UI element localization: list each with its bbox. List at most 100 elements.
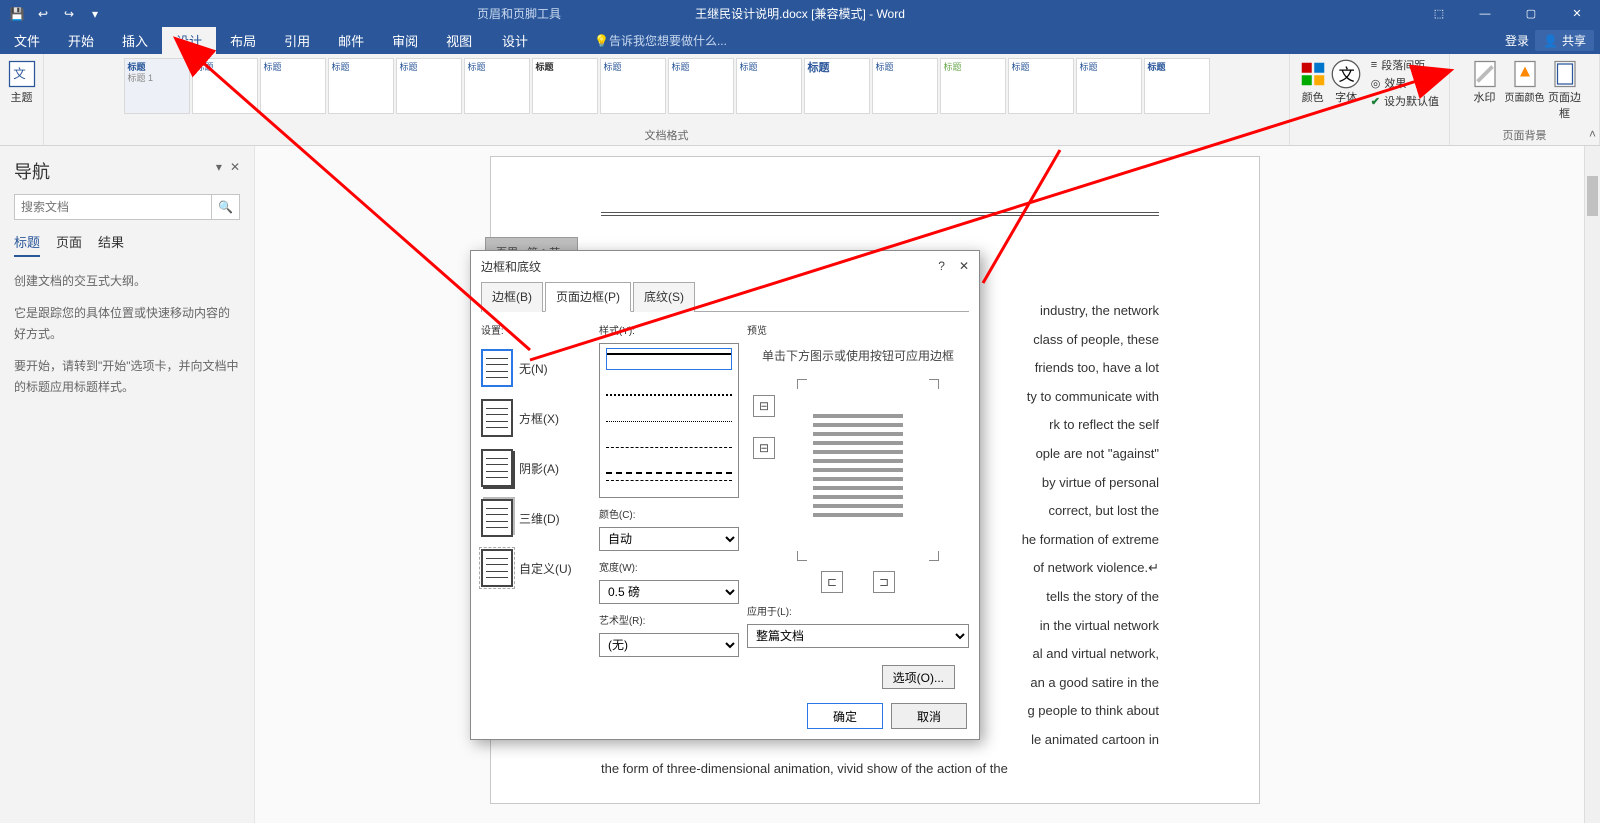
- edge-left-button[interactable]: ⊏: [821, 571, 843, 593]
- dialog-help-icon[interactable]: ?: [938, 259, 945, 273]
- ribbon-display-options-icon[interactable]: ⬚: [1416, 0, 1462, 27]
- watermark-icon: [1470, 59, 1500, 89]
- style-thumb[interactable]: 标题: [532, 58, 598, 114]
- nav-tab-results[interactable]: 结果: [98, 232, 124, 257]
- nav-close-icon[interactable]: ✕: [230, 160, 240, 174]
- style-thumb[interactable]: 标题: [940, 58, 1006, 114]
- tab-review[interactable]: 审阅: [378, 27, 432, 54]
- style-thumb[interactable]: 标题: [1076, 58, 1142, 114]
- colors-button[interactable]: 颜色: [1296, 56, 1329, 110]
- themes-icon: 文: [7, 59, 37, 89]
- contextual-tool-tab: 页眉和页脚工具: [465, 0, 573, 27]
- group-label: 页面背景: [1503, 127, 1547, 143]
- nav-dropdown-icon[interactable]: ▾: [216, 160, 222, 174]
- options-button[interactable]: 选项(O)...: [882, 665, 955, 689]
- close-window-icon[interactable]: ✕: [1554, 0, 1600, 27]
- style-listbox[interactable]: [599, 343, 739, 498]
- ok-button[interactable]: 确定: [807, 703, 883, 729]
- tell-me-input[interactable]: 💡 告诉我您想要做什么...: [580, 27, 741, 54]
- setting-column: 设置: 无(N) 方框(X) 阴影(A) 三维(D) 自定义(U): [481, 322, 591, 711]
- group-page-background: 水印 页面颜色 页面边框 页面背景: [1450, 54, 1600, 145]
- style-thumb[interactable]: 标题: [328, 58, 394, 114]
- style-thumb[interactable]: 标题: [192, 58, 258, 114]
- edge-bottom-button[interactable]: ⊟: [753, 437, 775, 459]
- document-title: 王继民设计说明.docx [兼容模式] - Word: [695, 5, 905, 22]
- style-thumb[interactable]: 标题: [872, 58, 938, 114]
- dialog-title: 边框和底纹: [481, 258, 541, 275]
- style-thumb[interactable]: 标题: [668, 58, 734, 114]
- save-icon[interactable]: 💾: [6, 3, 28, 25]
- edge-right-button[interactable]: ⊐: [873, 571, 895, 593]
- group-document-formatting: 标题标题 1 标题 标题 标题 标题 标题 标题 标题 标题 标题 标题 标题 …: [44, 54, 1290, 145]
- undo-icon[interactable]: ↩: [32, 3, 54, 25]
- color-select[interactable]: 自动: [599, 527, 739, 551]
- nav-helper-text: 创建文档的交互式大纲。: [14, 271, 240, 293]
- paragraph-spacing-button[interactable]: ≡ 段落间距: [1367, 56, 1443, 74]
- tab-layout[interactable]: 布局: [216, 27, 270, 54]
- style-thumb[interactable]: 标题: [464, 58, 530, 114]
- style-thumb[interactable]: 标题: [260, 58, 326, 114]
- style-set-gallery[interactable]: 标题标题 1 标题 标题 标题 标题 标题 标题 标题 标题 标题 标题 标题 …: [122, 56, 1212, 126]
- color-label: 颜色(C):: [599, 506, 739, 521]
- edge-top-button[interactable]: ⊟: [753, 395, 775, 417]
- preview-column: 预览 单击下方图示或使用按钮可应用边框 ⊟ ⊟ ⊏ ⊐ 应用于(L):: [747, 322, 969, 711]
- style-thumb[interactable]: 标题标题 1: [124, 58, 190, 114]
- share-button[interactable]: 👤 共享: [1535, 30, 1594, 51]
- fonts-icon: 文: [1331, 59, 1361, 89]
- tab-file[interactable]: 文件: [0, 27, 54, 54]
- page-borders-button[interactable]: 页面边框: [1545, 56, 1585, 121]
- watermark-button[interactable]: 水印: [1465, 56, 1505, 121]
- style-thumb[interactable]: 标题: [736, 58, 802, 114]
- vertical-scrollbar[interactable]: [1584, 146, 1600, 823]
- cancel-button[interactable]: 取消: [891, 703, 967, 729]
- tab-tool-design[interactable]: 设计: [470, 27, 560, 54]
- setting-none[interactable]: 无(N): [481, 349, 591, 387]
- preview-area[interactable]: ⊟ ⊟: [747, 375, 969, 565]
- nav-tab-pages[interactable]: 页面: [56, 232, 82, 257]
- login-link[interactable]: 登录: [1505, 32, 1529, 49]
- dialog-close-icon[interactable]: ✕: [959, 259, 969, 273]
- redo-icon[interactable]: ↪: [58, 3, 80, 25]
- themes-button[interactable]: 文 主题: [2, 56, 42, 105]
- group-themes: 文 主题: [0, 54, 44, 145]
- maximize-icon[interactable]: ▢: [1508, 0, 1554, 27]
- tab-design[interactable]: 设计: [162, 27, 216, 54]
- setting-box[interactable]: 方框(X): [481, 399, 591, 437]
- preview-page-shape: [803, 400, 913, 540]
- nav-tab-headings[interactable]: 标题: [14, 232, 40, 257]
- style-thumb[interactable]: 标题: [1144, 58, 1210, 114]
- dlg-tab-page-border[interactable]: 页面边框(P): [545, 282, 631, 312]
- dlg-tab-shading[interactable]: 底纹(S): [633, 282, 695, 312]
- qat-more-icon[interactable]: ▾: [84, 3, 106, 25]
- page-borders-icon: [1550, 59, 1580, 89]
- setting-custom[interactable]: 自定义(U): [481, 549, 591, 587]
- style-thumb[interactable]: 标题: [396, 58, 462, 114]
- colors-icon: [1298, 59, 1328, 89]
- minimize-icon[interactable]: —: [1462, 0, 1508, 27]
- width-select[interactable]: 0.5 磅: [599, 580, 739, 604]
- page-color-button[interactable]: 页面颜色: [1505, 56, 1545, 121]
- collapse-ribbon-icon[interactable]: ˄: [1589, 127, 1596, 141]
- style-thumb[interactable]: 标题: [600, 58, 666, 114]
- tab-references[interactable]: 引用: [270, 27, 324, 54]
- svg-text:文: 文: [1339, 66, 1355, 84]
- dlg-tab-borders[interactable]: 边框(B): [481, 282, 543, 312]
- fonts-button[interactable]: 文字体: [1329, 56, 1362, 110]
- tab-mailings[interactable]: 邮件: [324, 27, 378, 54]
- group-label: 文档格式: [645, 127, 689, 143]
- art-select[interactable]: (无): [599, 633, 739, 657]
- search-input[interactable]: [15, 195, 211, 219]
- search-icon[interactable]: 🔍: [211, 195, 239, 219]
- style-thumb[interactable]: 标题: [804, 58, 870, 114]
- setting-3d[interactable]: 三维(D): [481, 499, 591, 537]
- tab-home[interactable]: 开始: [54, 27, 108, 54]
- tab-insert[interactable]: 插入: [108, 27, 162, 54]
- setting-shadow[interactable]: 阴影(A): [481, 449, 591, 487]
- effects-button[interactable]: ◎ 效果: [1367, 74, 1443, 92]
- style-thumb[interactable]: 标题: [1008, 58, 1074, 114]
- nav-tabs: 标题 页面 结果: [14, 232, 240, 257]
- apply-to-select[interactable]: 整篇文档: [747, 624, 969, 648]
- set-default-button[interactable]: ✔ 设为默认值: [1367, 92, 1443, 110]
- window-controls: ⬚ — ▢ ✕: [1416, 0, 1600, 27]
- ribbon-tabs: 文件 开始 插入 设计 布局 引用 邮件 审阅 视图 设计 💡 告诉我您想要做什…: [0, 27, 1600, 54]
